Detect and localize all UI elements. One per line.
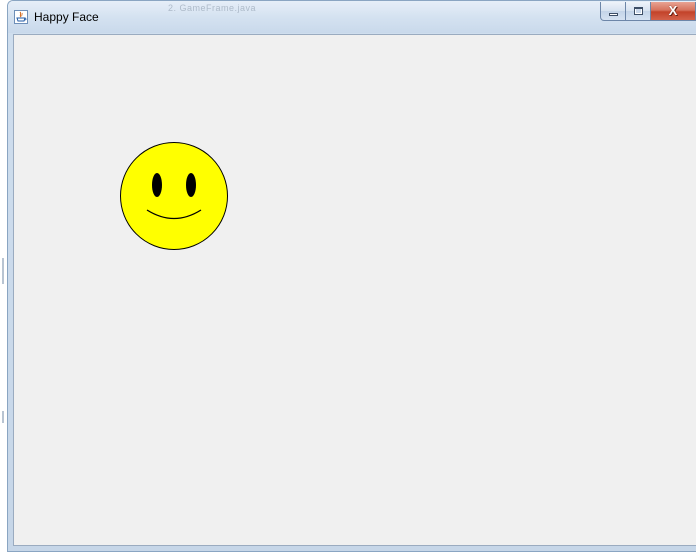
window-title: Happy Face — [34, 10, 99, 24]
happy-face-canvas — [120, 142, 228, 250]
background-window-title: 2. GameFrame.java — [168, 3, 257, 13]
minimize-button[interactable] — [600, 2, 626, 21]
close-button[interactable]: X — [651, 2, 696, 21]
background-window-edge — [2, 258, 4, 284]
drawing-panel[interactable] — [13, 34, 696, 546]
desktop-left-edge — [0, 0, 7, 554]
java-icon[interactable] — [14, 10, 28, 24]
maximize-button[interactable] — [626, 2, 651, 21]
background-window-edge — [2, 411, 4, 423]
title-bar[interactable]: 2. GameFrame.java Happy Face X — [8, 1, 696, 33]
happy-face — [120, 142, 228, 250]
face-circle — [120, 142, 228, 250]
window-controls: X — [600, 2, 696, 22]
app-window: 2. GameFrame.java Happy Face X — [7, 0, 696, 552]
left-eye — [152, 173, 162, 197]
maximize-icon — [634, 7, 643, 15]
right-eye — [186, 173, 196, 197]
minimize-icon — [609, 13, 618, 16]
close-icon: X — [668, 3, 678, 18]
